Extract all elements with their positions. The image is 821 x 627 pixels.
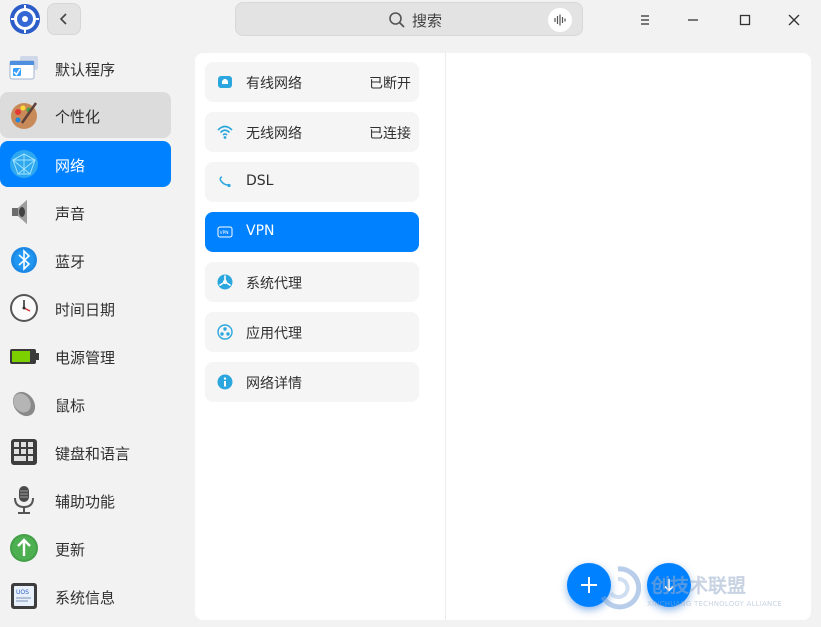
back-button[interactable] xyxy=(47,3,81,35)
system-info-icon: UOS xyxy=(11,583,37,609)
dsl-icon xyxy=(219,176,231,188)
network-item-label: 无线网络 xyxy=(246,126,302,142)
network-item-status: 已断开 xyxy=(369,76,411,92)
network-item-label: 有线网络 xyxy=(246,76,302,92)
sidebar-item-power[interactable]: 电源管理 xyxy=(0,333,171,379)
maximize-button[interactable] xyxy=(733,8,757,32)
import-vpn-button[interactable] xyxy=(647,563,691,607)
sidebar-item-label: 辅助功能 xyxy=(55,493,116,511)
sidebar-item-label: 声音 xyxy=(55,205,86,223)
app-proxy-icon xyxy=(217,324,233,340)
sidebar-item-default-apps[interactable]: 默认程序 xyxy=(0,45,171,91)
sidebar-item-label: 蓝牙 xyxy=(55,253,86,271)
network-item-label: VPN xyxy=(246,223,275,239)
voice-search-button[interactable] xyxy=(548,8,572,32)
close-button[interactable] xyxy=(782,8,806,32)
update-icon xyxy=(10,534,38,562)
default-apps-icon xyxy=(9,56,38,80)
network-item-label: DSL xyxy=(246,173,274,189)
menu-icon xyxy=(641,15,649,25)
microphone-icon xyxy=(14,486,34,514)
wifi-icon xyxy=(217,125,233,139)
network-item-dsl[interactable]: DSL xyxy=(205,162,419,202)
close-icon xyxy=(788,14,800,26)
info-icon xyxy=(217,374,233,390)
sound-icon xyxy=(12,200,27,224)
mouse-icon xyxy=(12,391,36,417)
svg-text:UOS: UOS xyxy=(16,589,29,596)
voice-wave-icon xyxy=(554,14,566,26)
network-item-label: 应用代理 xyxy=(246,326,302,342)
search-placeholder: 搜索 xyxy=(412,12,443,30)
plus-icon xyxy=(581,577,597,593)
sidebar-item-label: 时间日期 xyxy=(55,301,116,319)
network-item-vpn[interactable]: VPN VPN xyxy=(205,212,419,252)
titlebar: 搜索 xyxy=(0,0,821,44)
battery-icon xyxy=(10,349,39,364)
sidebar-item-sound[interactable]: 声音 xyxy=(0,189,171,235)
clock-icon xyxy=(10,294,38,322)
network-item-status: 已连接 xyxy=(369,126,411,142)
network-item-system-proxy[interactable]: 系统代理 xyxy=(205,262,419,302)
sidebar-item-mouse[interactable]: 鼠标 xyxy=(0,381,171,427)
minimize-icon xyxy=(688,19,698,21)
sidebar-item-label: 系统信息 xyxy=(55,589,116,607)
panel-divider xyxy=(445,53,446,620)
sidebar-item-network[interactable]: 网络 xyxy=(0,141,171,187)
sidebar-item-accessibility[interactable]: 辅助功能 xyxy=(0,477,171,523)
sidebar-item-label: 更新 xyxy=(55,541,86,559)
sidebar-item-label: 电源管理 xyxy=(55,349,116,367)
network-item-app-proxy[interactable]: 应用代理 xyxy=(205,312,419,352)
network-item-wired[interactable]: 有线网络 已断开 xyxy=(205,62,419,102)
vpn-icon: VPN xyxy=(217,226,233,238)
personalization-icon xyxy=(11,102,38,129)
network-item-label: 网络详情 xyxy=(246,376,302,392)
add-vpn-button[interactable] xyxy=(567,563,611,607)
network-item-details[interactable]: 网络详情 xyxy=(205,362,419,402)
svg-text:VPN: VPN xyxy=(220,230,229,236)
sidebar: 默认程序 个性化 网络 声音 蓝牙 时间日期 电源管理 鼠标 键盘和语言 辅助功… xyxy=(0,44,187,627)
keyboard-icon xyxy=(11,439,37,465)
bluetooth-icon xyxy=(11,247,37,273)
sidebar-item-label: 键盘和语言 xyxy=(55,445,131,463)
network-item-label: 系统代理 xyxy=(246,276,302,292)
sidebar-item-label: 个性化 xyxy=(55,108,101,126)
maximize-icon xyxy=(739,14,751,26)
search-box[interactable]: 搜索 xyxy=(235,2,583,36)
network-icon xyxy=(10,150,38,178)
sidebar-item-keyboard[interactable]: 键盘和语言 xyxy=(0,429,171,475)
sidebar-item-label: 默认程序 xyxy=(55,61,116,79)
sidebar-item-label: 网络 xyxy=(55,157,86,175)
arrow-down-icon xyxy=(664,579,674,592)
sidebar-item-personalization[interactable]: 个性化 xyxy=(0,92,171,138)
sidebar-item-label: 鼠标 xyxy=(55,397,86,415)
control-center-logo-icon xyxy=(10,4,40,34)
sidebar-item-system-info[interactable]: UOS 系统信息 xyxy=(0,573,171,619)
menu-button[interactable] xyxy=(633,8,657,32)
wired-icon xyxy=(218,76,232,88)
search-icon xyxy=(389,12,405,28)
system-proxy-icon xyxy=(217,274,233,290)
network-panel: 有线网络 已断开 无线网络 已连接 DSL VPN VPN 系统代理 应用代理 … xyxy=(195,53,811,620)
network-item-wireless[interactable]: 无线网络 已连接 xyxy=(205,112,419,152)
minimize-button[interactable] xyxy=(681,8,705,32)
sidebar-item-update[interactable]: 更新 xyxy=(0,525,171,571)
sidebar-item-bluetooth[interactable]: 蓝牙 xyxy=(0,237,171,283)
chevron-left-icon xyxy=(59,13,67,25)
sidebar-item-datetime[interactable]: 时间日期 xyxy=(0,285,171,331)
